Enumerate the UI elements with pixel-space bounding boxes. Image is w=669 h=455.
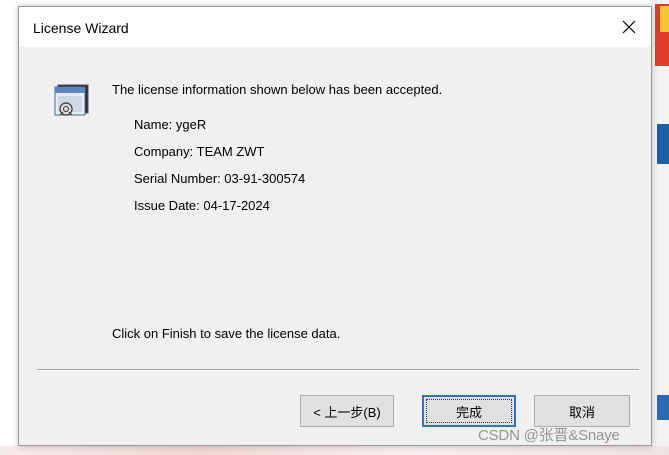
finish-button[interactable]: 完成 (422, 395, 516, 427)
back-button[interactable]: < 上一步(B) (300, 395, 394, 427)
background-bottom-strip (0, 446, 669, 455)
background-blue-block (657, 124, 669, 164)
watermark-text: CSDN @张晋&Snaye (478, 427, 620, 444)
title-bar[interactable]: License Wizard (19, 7, 651, 47)
license-issue-date: Issue Date: 04-17-2024 (134, 198, 270, 213)
background-app-strip (652, 0, 669, 455)
close-icon (622, 20, 636, 34)
back-button-label: < 上一步(B) (313, 404, 381, 420)
window-title: License Wizard (33, 20, 129, 36)
close-button[interactable] (607, 7, 651, 47)
cancel-button-label: 取消 (568, 404, 595, 420)
background-left-strip (0, 0, 18, 455)
focus-rectangle (426, 399, 512, 423)
license-details: Name: ygeR Company: TEAM ZWT Serial Numb… (134, 117, 305, 225)
background-blue-block-2 (657, 395, 669, 420)
finish-instruction: Click on Finish to save the license data… (112, 326, 341, 341)
license-name: Name: ygeR (134, 117, 207, 132)
cancel-button[interactable]: 取消 (534, 395, 630, 427)
separator-line (37, 369, 639, 371)
accepted-message: The license information shown below has … (112, 82, 443, 97)
license-key-icon (52, 81, 92, 121)
background-yellow-block (660, 6, 669, 32)
license-company: Company: TEAM ZWT (134, 144, 265, 159)
license-serial-number: Serial Number: 03-91-300574 (134, 171, 306, 186)
license-wizard-dialog: License Wizard The license information s… (18, 6, 652, 446)
